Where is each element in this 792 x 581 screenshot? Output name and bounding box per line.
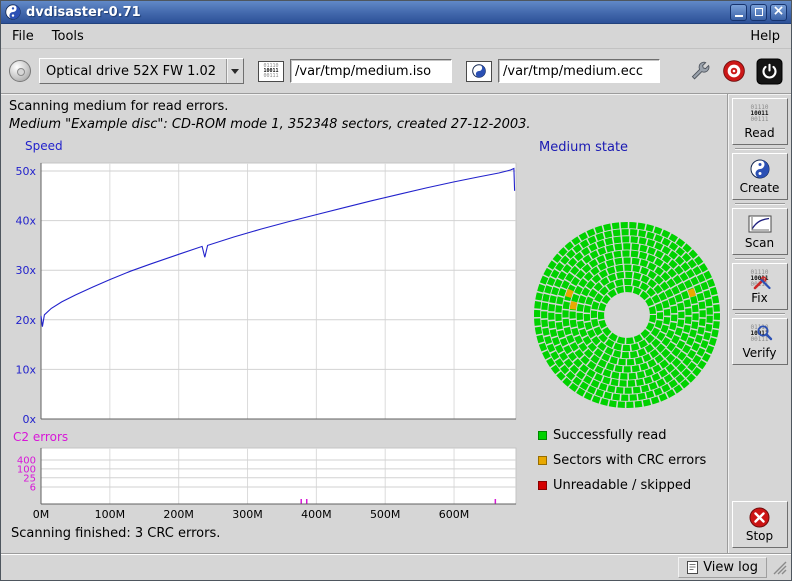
- action-sidebar: 011101001100111 Read Create: [727, 94, 791, 554]
- chart-row: Speed0x10x20x30x40x50xC2 errors400100256…: [1, 136, 727, 526]
- read-button-label: Read: [744, 126, 774, 140]
- scan-button-label: Scan: [745, 236, 774, 250]
- legend-item-crc: Sectors with CRC errors: [538, 448, 725, 473]
- resize-grip[interactable]: [773, 561, 787, 575]
- fix-button-label: Fix: [751, 291, 767, 305]
- drive-select[interactable]: Optical drive 52X FW 1.02: [39, 58, 244, 84]
- svg-text:600M: 600M: [439, 508, 470, 521]
- svg-text:50x: 50x: [15, 165, 36, 178]
- titlebar[interactable]: dvdisaster-0.71 ×: [1, 1, 791, 24]
- svg-text:C2 errors: C2 errors: [13, 430, 68, 444]
- binary-glyph: 011101001100111: [263, 64, 278, 79]
- minimize-button[interactable]: [730, 4, 747, 21]
- close-button[interactable]: ×: [770, 4, 787, 21]
- speed-and-c2-charts: Speed0x10x20x30x40x50xC2 errors400100256…: [1, 136, 531, 526]
- svg-text:30x: 30x: [15, 264, 36, 277]
- content-area: Scanning medium for read errors. Medium …: [1, 94, 727, 554]
- medium-description-text: Medium "Example disc": CD-ROM mode 1, 35…: [9, 116, 719, 134]
- legend-label: Successfully read: [553, 428, 666, 443]
- view-log-button[interactable]: View log: [678, 557, 767, 578]
- crc-swatch-icon: [538, 456, 547, 465]
- svg-text:40x: 40x: [15, 215, 36, 228]
- preferences-wrench-icon[interactable]: [688, 59, 712, 83]
- iso-binary-icon: 011101001100111: [258, 61, 284, 82]
- tools-fix-icon: 011101001100111: [750, 268, 768, 290]
- maximize-button[interactable]: [750, 4, 767, 21]
- stop-cross-icon: [749, 506, 770, 528]
- sidebar-separator: [735, 258, 785, 260]
- svg-text:0M: 0M: [33, 508, 50, 521]
- svg-text:100M: 100M: [95, 508, 126, 521]
- svg-text:0x: 0x: [22, 413, 36, 426]
- app-yinyang-icon: [5, 4, 21, 20]
- chevron-down-icon: [231, 69, 239, 74]
- drive-disc-icon: [9, 60, 31, 82]
- svg-text:500M: 500M: [370, 508, 401, 521]
- scan-button[interactable]: Scan: [732, 208, 788, 255]
- app-window: dvdisaster-0.71 × File Tools Help Optica…: [0, 0, 792, 581]
- magnifier-verify-icon: 011101001100111: [750, 323, 768, 345]
- ecc-file-icon: [466, 61, 492, 82]
- svg-text:10x: 10x: [15, 363, 36, 376]
- menu-tools[interactable]: Tools: [43, 26, 93, 47]
- minimize-icon: [735, 15, 743, 17]
- drive-select-arrow[interactable]: [226, 59, 243, 83]
- scan-result-text: Scanning finished: 3 CRC errors.: [11, 526, 727, 542]
- medium-state-panel: Medium state Successfully read Sectors w…: [531, 136, 725, 526]
- ecc-yinyang-icon: [472, 64, 486, 78]
- medium-info: Scanning medium for read errors. Medium …: [1, 94, 727, 136]
- menu-file[interactable]: File: [3, 26, 43, 47]
- svg-text:Speed: Speed: [25, 139, 63, 153]
- legend-item-good: Successfully read: [538, 423, 725, 448]
- toolbar-right-group: [688, 58, 783, 85]
- statusbar: View log: [1, 554, 791, 580]
- legend-label: Unreadable / skipped: [553, 478, 691, 493]
- svg-text:20x: 20x: [15, 314, 36, 327]
- defect-swatch-icon: [538, 481, 547, 490]
- verify-button[interactable]: 011101001100111 Verify: [732, 318, 788, 365]
- drive-select-value: Optical drive 52X FW 1.02: [40, 64, 226, 79]
- medium-state-title: Medium state: [539, 140, 725, 155]
- verify-button-label: Verify: [742, 346, 776, 360]
- yinyang-create-icon: [750, 158, 770, 180]
- main-area: Scanning medium for read errors. Medium …: [1, 94, 791, 554]
- binary-read-icon: 011101001100111: [750, 103, 768, 125]
- legend-item-defect: Unreadable / skipped: [538, 473, 725, 498]
- sidebar-separator: [735, 313, 785, 315]
- medium-state-disc: [531, 219, 723, 411]
- action-status-text: Scanning medium for read errors.: [9, 98, 719, 116]
- read-button[interactable]: 011101001100111 Read: [732, 98, 788, 145]
- stop-button[interactable]: Stop: [732, 501, 788, 548]
- window-title: dvdisaster-0.71: [26, 5, 725, 20]
- svg-text:400M: 400M: [301, 508, 332, 521]
- view-log-label: View log: [703, 560, 758, 575]
- ecc-path-input[interactable]: [498, 59, 660, 83]
- window-controls: ×: [730, 4, 787, 21]
- create-button[interactable]: Create: [732, 153, 788, 200]
- help-lifebelt-icon[interactable]: [722, 59, 746, 83]
- create-button-label: Create: [740, 181, 780, 195]
- svg-text:6: 6: [30, 482, 36, 493]
- good-swatch-icon: [538, 431, 547, 440]
- stop-button-label: Stop: [746, 529, 773, 543]
- menubar: File Tools Help: [1, 24, 791, 49]
- maximize-icon: [755, 8, 763, 16]
- legend: Successfully read Sectors with CRC error…: [531, 423, 725, 498]
- sidebar-separator: [735, 148, 785, 150]
- log-page-icon: [687, 561, 698, 574]
- fix-button[interactable]: 011101001100111 Fix: [732, 263, 788, 310]
- sidebar-separator: [735, 203, 785, 205]
- chart-scan-icon: [748, 213, 772, 235]
- iso-path-input[interactable]: [290, 59, 452, 83]
- toolbar: Optical drive 52X FW 1.02 01110100110011…: [1, 49, 791, 94]
- menu-help[interactable]: Help: [741, 26, 789, 47]
- close-icon: ×: [773, 4, 785, 18]
- quit-power-icon[interactable]: [756, 58, 783, 85]
- svg-text:300M: 300M: [232, 508, 263, 521]
- legend-label: Sectors with CRC errors: [553, 453, 706, 468]
- svg-text:200M: 200M: [163, 508, 194, 521]
